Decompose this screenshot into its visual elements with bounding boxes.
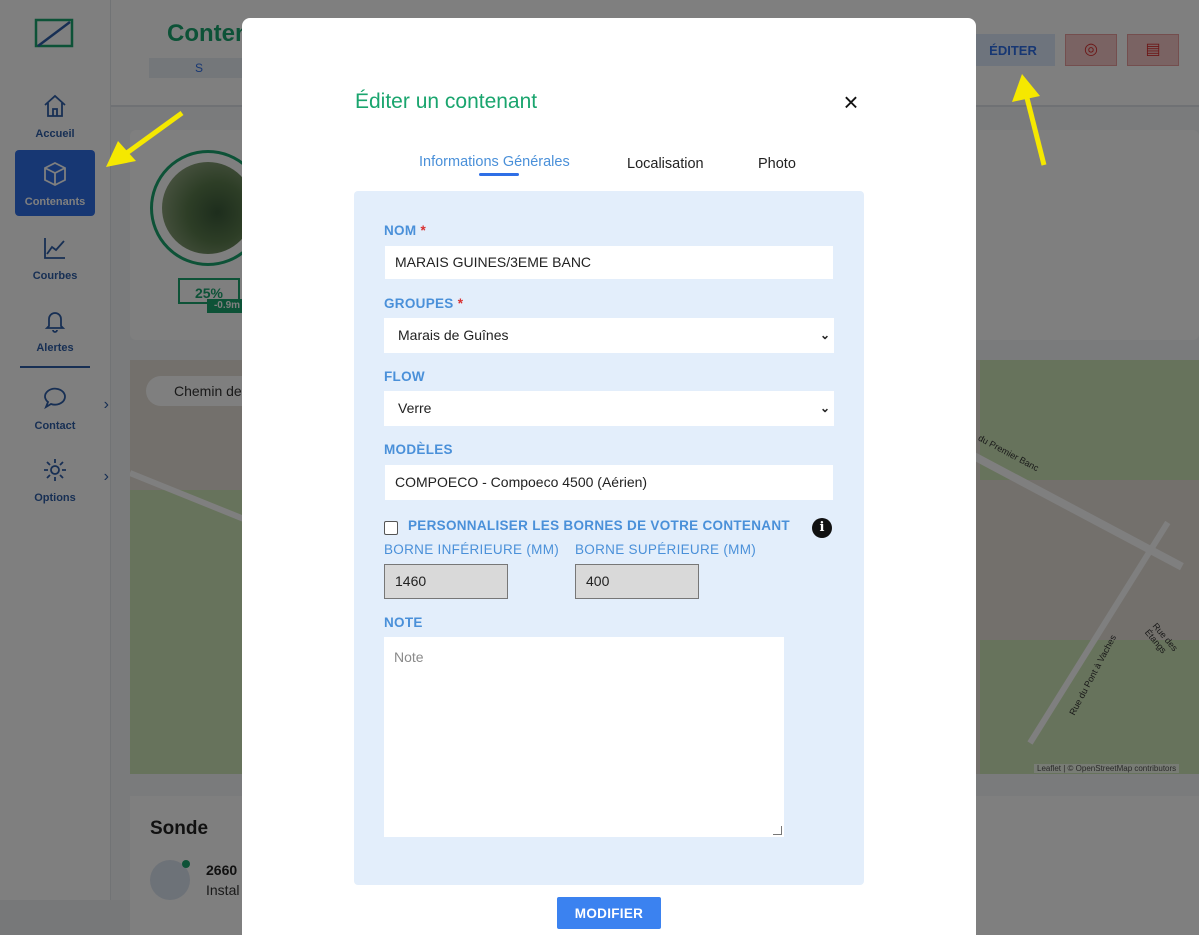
- annotation-arrow-up: [1012, 74, 1047, 166]
- nom-label: NOM *: [384, 223, 427, 238]
- resize-handle-icon[interactable]: [773, 826, 782, 835]
- tab-localisation[interactable]: Localisation: [627, 156, 704, 172]
- flow-selected-value: Verre: [398, 400, 432, 416]
- lower-bound-label: BORNE INFÉRIEURE (MM): [384, 542, 560, 557]
- custom-bounds-label: PERSONNALISER LES BORNES DE VOTRE CONTEN…: [408, 518, 790, 533]
- tab-informations-generales[interactable]: Informations Générales: [419, 154, 570, 170]
- lower-bound-field[interactable]: 1460: [384, 564, 508, 599]
- modal-title: Éditer un contenant: [355, 90, 538, 113]
- upper-bound-label: BORNE SUPÉRIEURE (MM): [575, 542, 757, 557]
- annotation-arrow-left: [106, 110, 184, 167]
- chevron-down-icon: ⌄: [819, 401, 830, 415]
- note-placeholder: Note: [394, 649, 424, 665]
- active-tab-indicator: [479, 173, 519, 176]
- modeles-field[interactable]: COMPOECO - Compoeco 4500 (Aérien): [384, 464, 834, 501]
- close-icon[interactable]: ×: [839, 89, 863, 115]
- info-icon[interactable]: i: [812, 518, 832, 538]
- note-textarea[interactable]: Note: [384, 637, 784, 837]
- flow-label: FLOW: [384, 369, 425, 384]
- flow-select[interactable]: Verre ⌄: [384, 391, 834, 426]
- groupes-select[interactable]: Marais de Guînes ⌄: [384, 318, 834, 353]
- nom-field[interactable]: MARAIS GUINES/3EME BANC: [384, 245, 834, 280]
- note-label: NOTE: [384, 615, 423, 630]
- groupes-label: GROUPES *: [384, 296, 464, 311]
- upper-bound-field[interactable]: 400: [575, 564, 699, 599]
- modeles-label: MODÈLES: [384, 442, 453, 457]
- tab-photo[interactable]: Photo: [758, 156, 796, 172]
- chevron-down-icon: ⌄: [819, 328, 830, 342]
- edit-container-modal: Éditer un contenant × Informations Génér…: [242, 18, 976, 935]
- custom-bounds-checkbox[interactable]: [384, 521, 398, 535]
- modifier-button[interactable]: MODIFIER: [557, 897, 661, 929]
- groupes-selected-value: Marais de Guînes: [398, 327, 509, 343]
